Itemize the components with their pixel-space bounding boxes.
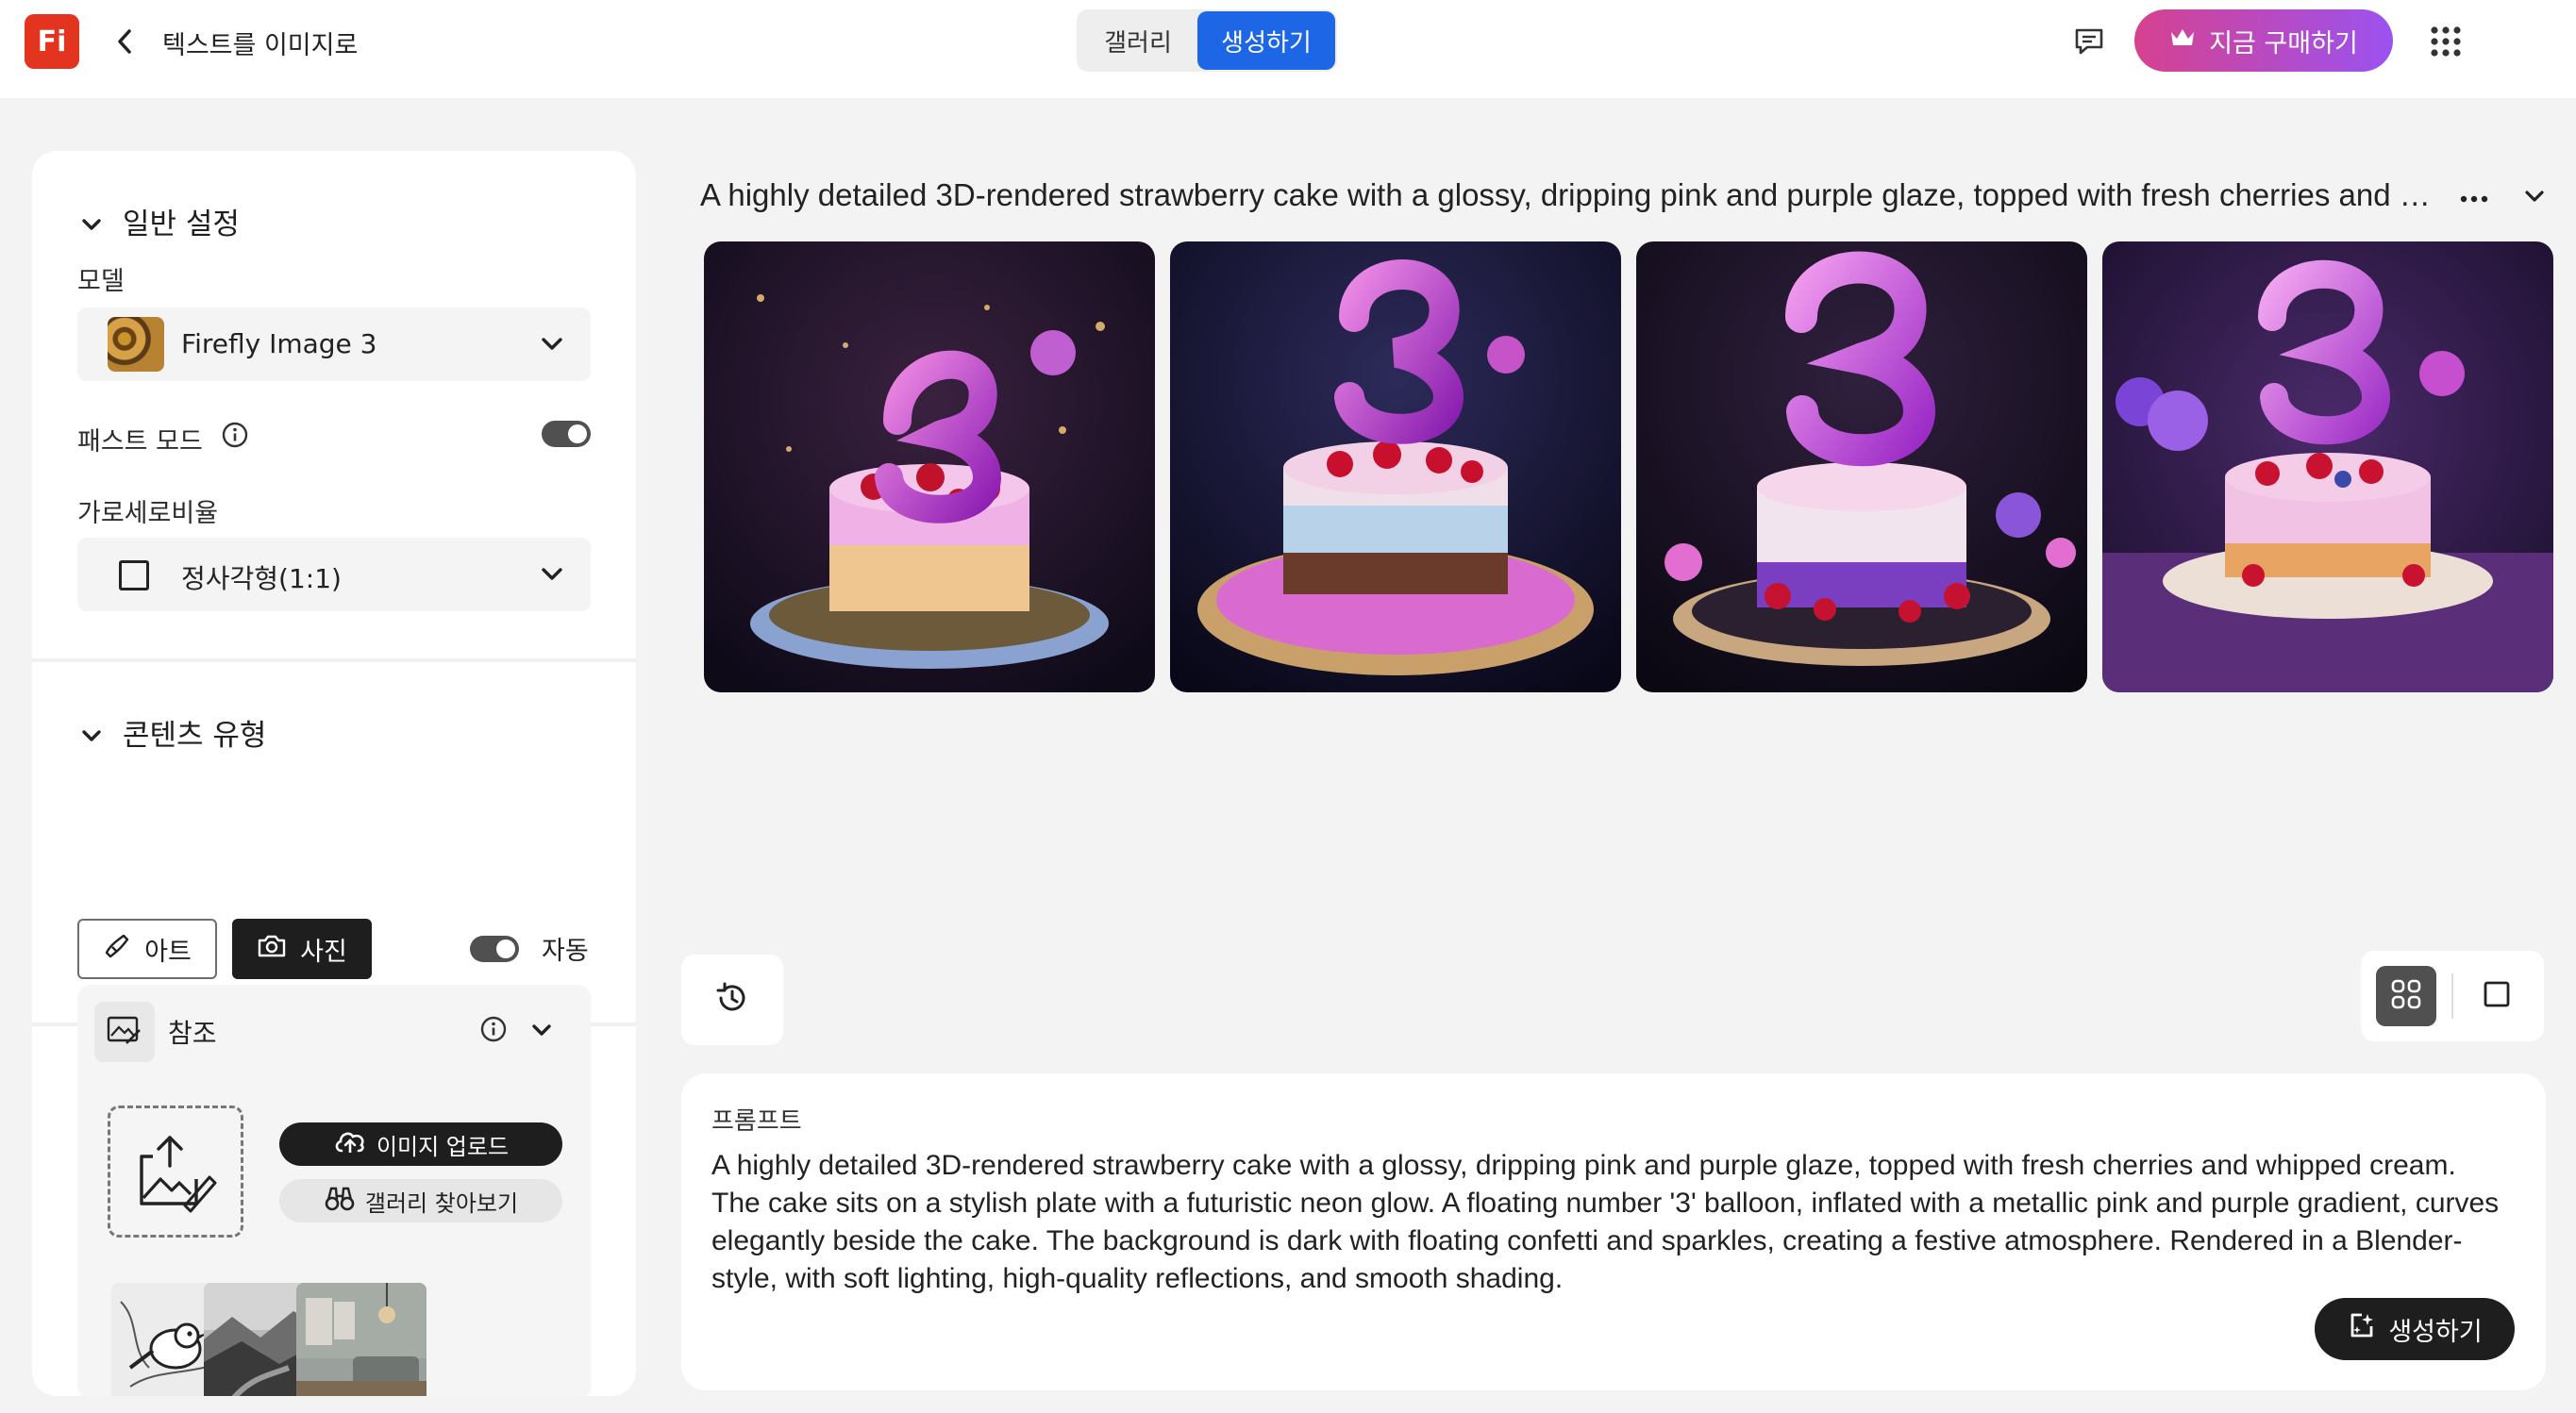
upload-image-button[interactable]: 이미지 업로드 [279,1122,562,1166]
view-mode-toggle [2361,951,2544,1041]
chevron-down-icon [81,205,102,239]
upload-image-label: 이미지 업로드 [376,1133,510,1160]
history-icon [713,979,751,1021]
settings-panel: 일반 설정 모델 Firefly Image 3 패스트 모드 가로세로비율 정… [32,151,636,1396]
top-bar: Fi 텍스트를 이미지로 갤러리 생성하기 지금 구매하기 [0,0,2576,98]
generate-button[interactable]: 생성하기 [2315,1298,2515,1360]
feedback-icon[interactable] [2072,25,2106,58]
cloud-upload-icon [333,1128,367,1160]
history-button[interactable] [681,955,783,1045]
single-square-icon [2483,980,2511,1012]
browse-gallery-button[interactable]: 갤러리 찾아보기 [279,1179,562,1222]
info-icon[interactable] [479,1015,508,1043]
buy-now-button[interactable]: 지금 구매하기 [2134,9,2393,72]
content-type-photo-label: 사진 [300,937,347,967]
tab-gallery[interactable]: 갤러리 [1080,11,1196,70]
camera-icon [257,933,287,966]
prompt-heading[interactable]: A highly detailed 3D-rendered strawberry… [700,177,2440,213]
buy-now-label: 지금 구매하기 [2209,28,2358,58]
reference-image-icon [94,1002,155,1062]
binoculars-icon [324,1185,356,1217]
model-thumbnail [108,317,164,372]
prompt-textarea[interactable]: A highly detailed 3D-rendered strawberry… [711,1147,2504,1298]
art-brush-icon [103,932,131,967]
image-drop-zone[interactable] [108,1105,243,1238]
auto-label: 자동 [542,937,589,966]
chevron-down-icon [538,330,566,358]
generate-sparkle-icon [2347,1311,2377,1348]
fast-mode-label: 패스트 모드 [77,427,203,457]
model-label: 모델 [77,267,125,296]
model-dropdown[interactable]: Firefly Image 3 [77,308,591,381]
section-title: 콘텐츠 유형 [123,719,267,753]
section-content-type[interactable]: 콘텐츠 유형 [81,711,266,754]
mode-switcher: 갤러리 생성하기 [1077,9,1337,72]
aspect-ratio-label: 가로세로비율 [77,499,219,528]
prompt-editor: 프롬프트 A highly detailed 3D-rendered straw… [681,1073,2546,1390]
result-image-4[interactable] [2102,241,2553,692]
grid-icon [2390,978,2422,1014]
page-title: 텍스트를 이미지로 [162,31,359,60]
chevron-down-icon [538,560,566,589]
single-view-button[interactable] [2467,966,2527,1026]
result-image-3[interactable] [1636,241,2087,692]
grid-view-button[interactable] [2376,966,2436,1026]
reference-card-body: 참조 이미지 업로드 갤러리 찾아보기 [77,985,591,1396]
section-general-settings[interactable]: 일반 설정 [81,200,240,242]
divider [32,658,636,662]
fast-mode-toggle[interactable] [542,421,591,447]
info-icon[interactable] [221,421,249,449]
chevron-down-icon[interactable] [2517,179,2551,213]
auto-toggle[interactable] [470,936,519,962]
reference-thumbnail-living-room[interactable] [296,1283,427,1396]
crown-icon [2169,26,2196,56]
apps-grid-icon[interactable] [2429,25,2463,58]
aspect-ratio-dropdown[interactable]: 정사각형(1:1) [77,538,591,611]
content-type-photo-button[interactable]: 사진 [232,919,372,979]
tab-generate[interactable]: 생성하기 [1197,11,1335,70]
prompt-label: 프롬프트 [711,1107,802,1136]
model-value: Firefly Image 3 [181,328,377,359]
chevron-down-icon[interactable] [528,1017,557,1045]
divider [2451,973,2453,1019]
chevron-down-icon [81,716,102,750]
content-type-art-button[interactable]: 아트 [77,919,217,979]
more-options-icon[interactable] [2457,185,2491,213]
result-image-2[interactable] [1170,241,1621,692]
square-icon [119,560,149,590]
back-icon[interactable] [109,23,140,60]
firefly-logo[interactable]: Fi [25,14,79,69]
aspect-ratio-value: 정사각형(1:1) [181,563,342,594]
content-type-art-label: 아트 [144,937,192,967]
result-image-1[interactable] [704,241,1155,692]
browse-gallery-label: 갤러리 찾아보기 [364,1189,519,1217]
section-title: 일반 설정 [123,208,240,241]
generate-label: 생성하기 [2388,1317,2483,1347]
reference-label: 참조 [168,1018,217,1049]
